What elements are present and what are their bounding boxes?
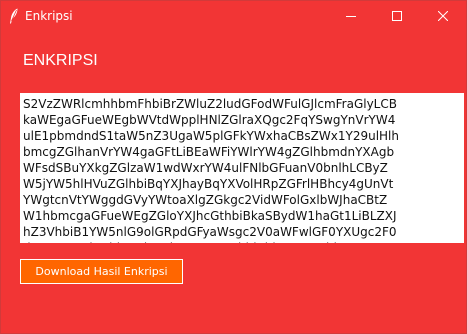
ciphertext-line: WFsdSBuYXkgZGlzaW1wdWxrYW4ulFNlbGFuanV0b… bbox=[23, 161, 388, 175]
ciphertext-line: kaWEgaGFueWEgbWVtdWpplHNlZGlraXQgc2FqYSw… bbox=[23, 113, 396, 127]
ciphertext-textarea[interactable]: S2VzZWRlcmhhbmFhbiBrZWluZ2ludGFodWFulGJl… bbox=[20, 93, 464, 243]
feather-icon bbox=[9, 8, 19, 24]
close-icon bbox=[438, 11, 448, 21]
ciphertext-line: bmcgZGlhanVrYW4gaGFtLiBEaWFiYWlrYW4gZGlh… bbox=[23, 145, 395, 159]
ciphertext-content: S2VzZWRlcmhhbmFhbiBrZWluZ2ludGFodWFulGJl… bbox=[23, 96, 464, 243]
app-window: Enkripsi ENKRIPSI S2VzZWRlcmhhbmFhbiBrZW… bbox=[0, 0, 467, 334]
minimize-button[interactable] bbox=[328, 1, 374, 31]
maximize-button[interactable] bbox=[374, 1, 420, 31]
ciphertext-line: S2VzZWRlcmhhbmFhbiBrZWluZ2ludGFodWFulGJl… bbox=[23, 97, 397, 111]
minimize-icon bbox=[346, 16, 356, 17]
ciphertext-line: YWgtcnVtYWggdGVyYWtoaXlgZGkgc2VidWFolGxl… bbox=[23, 193, 388, 207]
ciphertext-line: hZ3VhbiB1YW5nlG9olGRpdGFyaWsgc2V0aWFwlGF… bbox=[23, 225, 397, 239]
download-button[interactable]: Download Hasil Enkripsi bbox=[20, 259, 183, 284]
ciphertext-line: W1hbmcgaGFueWEgZGloYXJhcGthbiBkaSBydW1ha… bbox=[23, 209, 397, 223]
ciphertext-line: ulE1pbmdndS1taW5nZ3UgaW5plGFkYWxhaCBsZWx… bbox=[23, 129, 399, 143]
page-heading: ENKRIPSI bbox=[23, 52, 98, 69]
window-title: Enkripsi bbox=[25, 9, 73, 23]
maximize-icon bbox=[392, 11, 402, 21]
ciphertext-line: dGFpaSBTdWthbW5kaXJhTHVwYWxhbiBhbmFrLCBh… bbox=[23, 240, 464, 243]
close-button[interactable] bbox=[420, 1, 466, 31]
ciphertext-line: W5jYW5hlHVuZGlhbiBqYXJhayBqYXVolHRpZGFrl… bbox=[23, 177, 394, 191]
title-bar[interactable]: Enkripsi bbox=[1, 1, 466, 31]
